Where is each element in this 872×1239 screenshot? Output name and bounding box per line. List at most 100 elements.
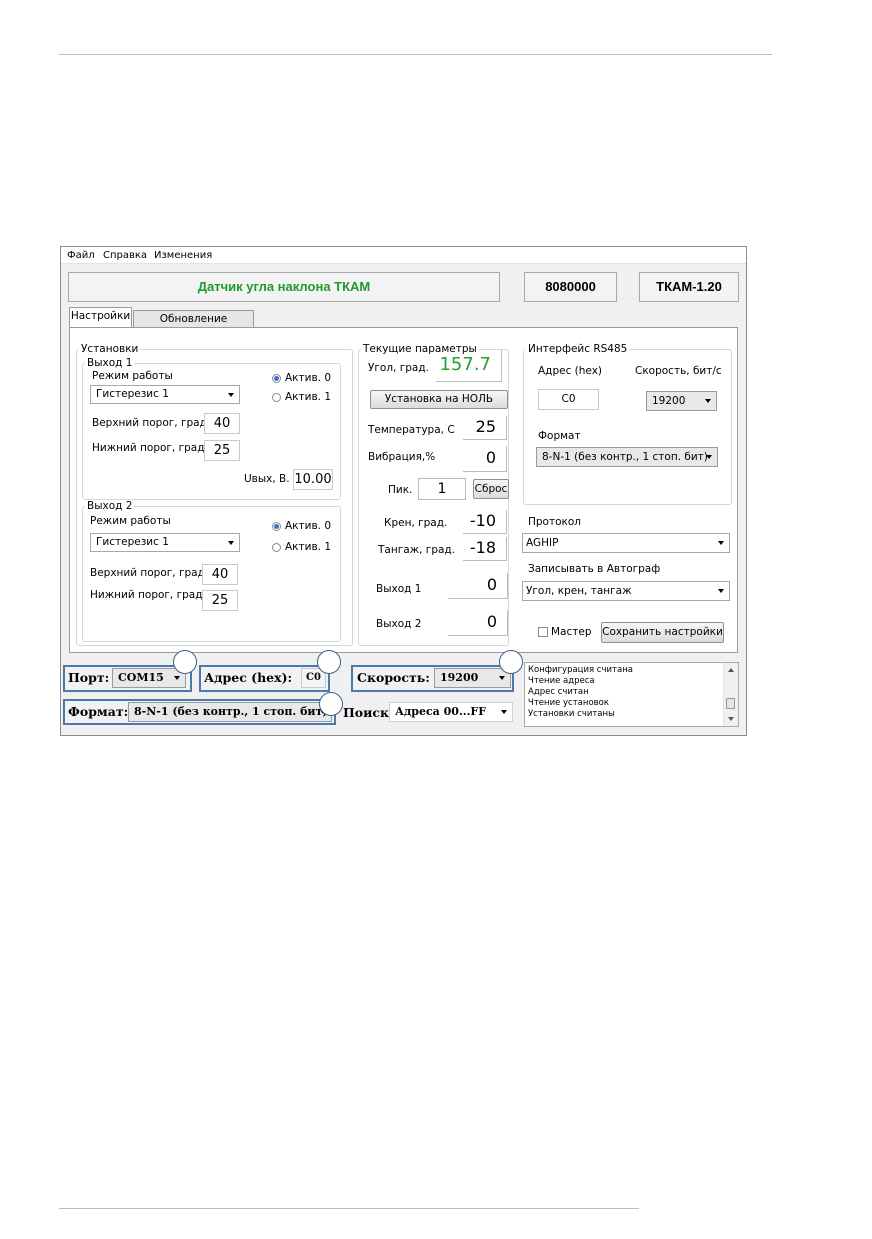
roll-value: -10: [463, 510, 507, 534]
output1-upper-input[interactable]: 40: [204, 413, 240, 434]
peak-label: Пик.: [388, 484, 413, 496]
rs485-address-input[interactable]: C0: [538, 389, 599, 410]
vibration-value: 0: [463, 446, 507, 472]
output2-current-label: Выход 2: [376, 618, 422, 630]
tab-settings[interactable]: Настройки: [69, 307, 132, 328]
serial-number: 8080000: [524, 272, 617, 302]
chevron-down-icon: [228, 392, 234, 397]
protocol-value: AGHIP: [526, 537, 559, 549]
bottom-rule: [59, 1208, 639, 1209]
output2-active0-radio[interactable]: [272, 522, 281, 531]
top-rule: [59, 54, 772, 55]
output2-legend: Выход 2: [87, 500, 133, 512]
menu-bar: Файл Справка Изменения: [61, 247, 746, 264]
device-title: Датчик угла наклона ТКАМ: [68, 272, 500, 302]
scroll-up-icon[interactable]: [728, 668, 734, 672]
port-value: COM15: [118, 671, 164, 684]
log-box[interactable]: Конфигурация считана Чтение адреса Адрес…: [524, 662, 739, 727]
autograph-label: Записывать в Автограф: [528, 563, 661, 575]
output1-mode-value: Гистерезис 1: [96, 388, 169, 400]
output1-current-label: Выход 1: [376, 583, 422, 595]
autograph-select[interactable]: Угол, крен, тангаж: [522, 581, 730, 601]
rs485-format-label: Формат: [538, 430, 581, 442]
log-line: Адрес считан: [528, 687, 589, 697]
output1-active0-label: Актив. 0: [285, 372, 332, 384]
callout-circle-port: [173, 650, 197, 674]
menu-changes[interactable]: Изменения: [154, 250, 212, 261]
speed-select[interactable]: 19200: [434, 668, 511, 688]
reset-peak-button[interactable]: Сброс: [473, 479, 509, 499]
output1-mode-select[interactable]: Гистерезис 1: [90, 385, 240, 404]
menu-file[interactable]: Файл: [67, 250, 95, 261]
log-line: Установки считаны: [528, 709, 615, 719]
uout-label: Uвых, В.: [244, 473, 290, 485]
output2-mode-value: Гистерезис 1: [96, 536, 169, 548]
menu-help[interactable]: Справка: [103, 250, 147, 261]
output2-current-value: 0: [448, 610, 508, 636]
protocol-select[interactable]: AGHIP: [522, 533, 730, 553]
search-label: Поиск:: [343, 705, 394, 720]
pitch-label: Тангаж, град.: [378, 544, 456, 556]
output2-active0-label: Актив. 0: [285, 520, 332, 532]
angle-value: 157.7: [436, 350, 502, 382]
format-label: Формат:: [68, 704, 129, 719]
peak-value: 1: [418, 478, 466, 500]
firmware-version: ТКАМ-1.20: [639, 272, 739, 302]
master-checkbox[interactable]: [538, 627, 548, 637]
pitch-value: -18: [463, 537, 507, 561]
chevron-down-icon: [718, 541, 724, 545]
temperature-value: 25: [463, 416, 507, 440]
rs485-speed-select[interactable]: 19200: [646, 391, 717, 411]
temperature-label: Температура, С: [368, 424, 455, 436]
output2-upper-input[interactable]: 40: [202, 564, 238, 585]
log-line: Чтение установок: [528, 698, 609, 708]
address-label: Адрес (hex):: [204, 670, 293, 685]
rs485-format-value: 8-N-1 (без контр., 1 стоп. бит): [542, 451, 708, 463]
output1-active1-label: Актив. 1: [285, 391, 332, 403]
set-zero-button[interactable]: Установка на НОЛЬ: [370, 390, 508, 409]
save-settings-button[interactable]: Сохранить настройки: [601, 622, 724, 643]
app-window: Файл Справка Изменения Датчик угла накло…: [60, 246, 747, 736]
output1-active0-radio[interactable]: [272, 374, 281, 383]
output2-mode-select[interactable]: Гистерезис 1: [90, 533, 240, 552]
chevron-down-icon: [705, 399, 711, 403]
port-select[interactable]: COM15: [112, 668, 186, 688]
uout-input[interactable]: 10.00: [293, 469, 333, 490]
autograph-value: Угол, крен, тангаж: [526, 585, 632, 597]
rs485-address-label: Адрес (hex): [538, 365, 603, 377]
log-line: Конфигурация считана: [528, 665, 633, 675]
output2-lower-input[interactable]: 25: [202, 590, 238, 611]
output2-mode-label: Режим работы: [90, 515, 171, 527]
settings-legend: Установки: [81, 343, 139, 355]
chevron-down-icon: [718, 589, 724, 593]
chevron-down-icon: [174, 676, 180, 680]
search-select[interactable]: Адреса 00...FF: [389, 702, 513, 722]
rs485-speed-label: Скорость, бит/с: [635, 365, 722, 377]
output2-upper-label: Верхний порог, град.: [90, 567, 209, 579]
scroll-thumb[interactable]: [726, 698, 735, 709]
format-value: 8-N-1 (без контр., 1 стоп. бит): [134, 705, 328, 718]
settings-panel: Установки Выход 1 Режим работы Гистерези…: [69, 327, 738, 653]
rs485-format-select[interactable]: 8-N-1 (без контр., 1 стоп. бит): [536, 447, 718, 467]
log-scrollbar[interactable]: [723, 663, 738, 726]
callout-circle-format: [319, 692, 343, 716]
port-label: Порт:: [68, 670, 110, 685]
chevron-down-icon: [499, 676, 505, 680]
output2-active1-label: Актив. 1: [285, 541, 332, 553]
rs485-legend: Интерфейс RS485: [528, 343, 628, 355]
callout-circle-speed: [499, 650, 523, 674]
output2-active1-radio[interactable]: [272, 543, 281, 552]
angle-label: Угол, град.: [368, 362, 429, 374]
output1-upper-label: Верхний порог, град.: [92, 417, 211, 429]
speed-value: 19200: [440, 671, 479, 684]
scroll-down-icon[interactable]: [728, 717, 734, 721]
format-select[interactable]: 8-N-1 (без контр., 1 стоп. бит): [128, 702, 332, 722]
log-line: Чтение адреса: [528, 676, 595, 686]
output2-lower-label: Нижний порог, град.: [90, 589, 206, 601]
output1-active1-radio[interactable]: [272, 393, 281, 402]
chevron-down-icon: [706, 455, 712, 459]
output1-lower-input[interactable]: 25: [204, 440, 240, 461]
speed-label: Скорость:: [357, 670, 430, 685]
vibration-label: Вибрация,%: [368, 451, 436, 463]
output1-lower-label: Нижний порог, град.: [92, 442, 208, 454]
